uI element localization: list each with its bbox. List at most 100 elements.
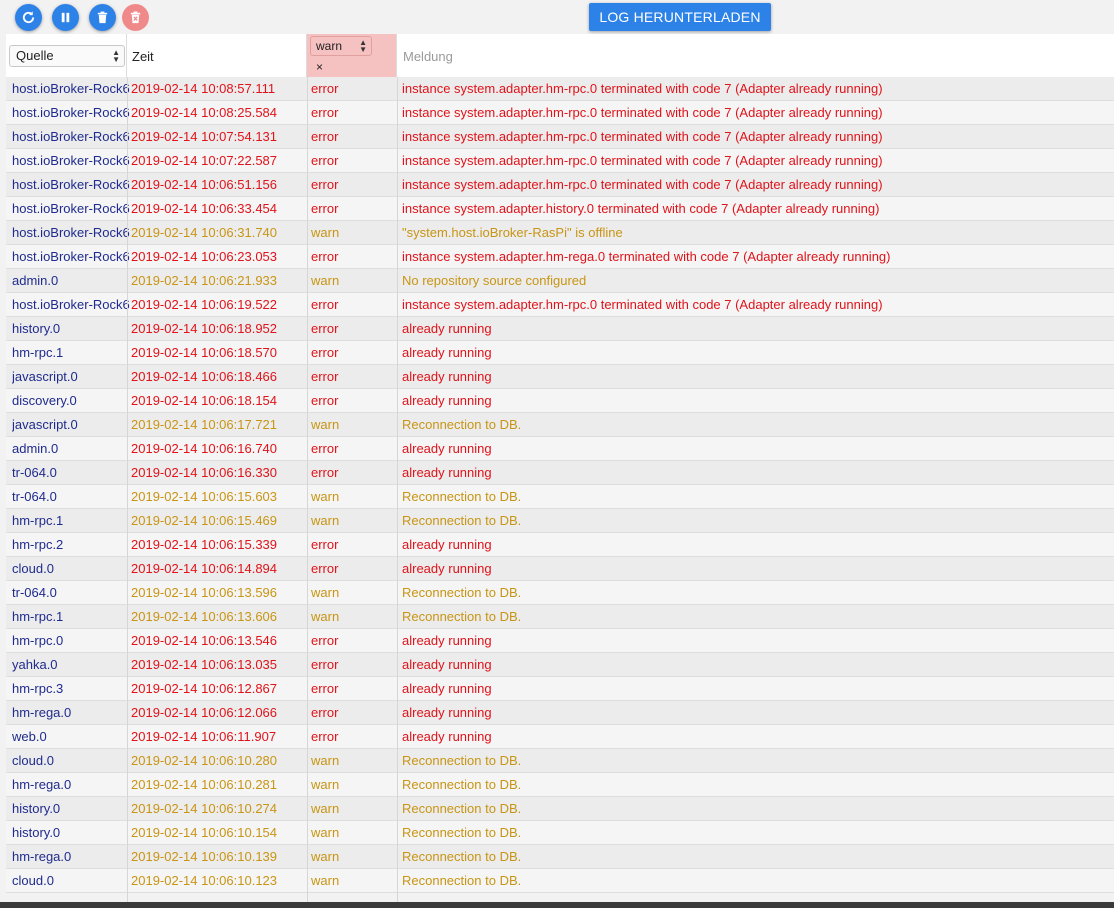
message-cell: Reconnection to DB. (402, 849, 522, 864)
severity-cell: error (311, 321, 339, 336)
severity-cell: warn (311, 801, 340, 816)
source-cell: host.ioBroker-Rock6 (12, 297, 130, 312)
severity-cell: error (311, 633, 339, 648)
time-cell: 2019-02-14 10:06:13.035 (131, 657, 278, 672)
message-cell: already running (402, 657, 492, 672)
severity-cell: error (311, 177, 339, 192)
toolbar: LOG HERUNTERLADEN (0, 0, 1114, 34)
time-cell: 2019-02-14 10:06:12.867 (131, 681, 278, 696)
pause-icon (61, 12, 70, 23)
message-header: Meldung (397, 34, 1114, 77)
time-cell: 2019-02-14 10:07:54.131 (131, 129, 278, 144)
time-cell: 2019-02-14 10:06:18.952 (131, 321, 278, 336)
message-cell: Reconnection to DB. (402, 753, 522, 768)
table-row: hm-rpc.1 2019-02-14 10:06:13.606 warn Recon… (6, 605, 1114, 629)
table-row: host.ioBroker-Rock6 2019-02-14 10:08:57.1… (6, 77, 1114, 101)
severity-cell: error (311, 297, 339, 312)
time-cell: 2019-02-14 10:06:15.469 (131, 513, 278, 528)
table-row: history.0 2019-02-14 10:06:18.952 error alr… (6, 317, 1114, 341)
column-divider (397, 77, 398, 908)
time-cell: 2019-02-14 10:06:15.339 (131, 537, 278, 552)
table-row: history.0 2019-02-14 10:06:10.274 warn Reco… (6, 797, 1114, 821)
time-cell: 2019-02-14 10:06:23.053 (131, 249, 278, 264)
time-cell: 2019-02-14 10:06:19.522 (131, 297, 278, 312)
table-row: history.0 2019-02-14 10:06:10.154 warn Reco… (6, 821, 1114, 845)
table-row: tr-064.0 2019-02-14 10:06:13.596 warn Recon… (6, 581, 1114, 605)
source-cell: hm-rega.0 (12, 849, 72, 864)
time-cell: 2019-02-14 10:06:31.740 (131, 225, 278, 240)
message-cell: already running (402, 369, 492, 384)
message-filter-input[interactable]: Meldung (403, 49, 453, 64)
table-row: hm-rega.0 2019-02-14 10:06:10.139 warn Reco… (6, 845, 1114, 869)
trash-x-icon (130, 11, 141, 24)
source-cell: javascript.0 (12, 417, 78, 432)
severity-cell: warn (311, 417, 340, 432)
table-row: admin.0 2019-02-14 10:06:16.740 error alrea… (6, 437, 1114, 461)
source-cell: host.ioBroker-Rock6 (12, 129, 130, 144)
table-row: cloud.0 2019-02-14 10:06:14.894 error alrea… (6, 557, 1114, 581)
table-header: Quelle ▲ ▼ Zeit warn ▲ ▼ × Meldung (6, 34, 1114, 78)
download-log-button[interactable]: LOG HERUNTERLADEN (589, 3, 771, 31)
select-arrows-icon: ▲ ▼ (112, 48, 120, 64)
severity-cell: error (311, 369, 339, 384)
message-cell: already running (402, 537, 492, 552)
time-cell: 2019-02-14 10:08:25.584 (131, 105, 278, 120)
severity-select[interactable]: warn ▲ ▼ (310, 36, 372, 56)
severity-cell: warn (311, 873, 340, 888)
source-cell: hm-rpc.3 (12, 681, 64, 696)
source-cell: history.0 (12, 801, 61, 816)
time-cell: 2019-02-14 10:06:10.280 (131, 753, 278, 768)
time-header-label: Zeit (132, 49, 154, 64)
table-row: admin.0 2019-02-14 10:06:21.933 warn No rep… (6, 269, 1114, 293)
severity-cell: error (311, 681, 339, 696)
source-select[interactable]: Quelle ▲ ▼ (9, 45, 125, 67)
message-cell: already running (402, 393, 492, 408)
table-row: tr-064.0 2019-02-14 10:06:15.603 warn Recon… (6, 485, 1114, 509)
source-cell: discovery.0 (12, 393, 77, 408)
table-row: hm-rega.0 2019-02-14 10:06:10.281 warn Reco… (6, 773, 1114, 797)
severity-cell: error (311, 129, 339, 144)
table-row: cloud.0 2019-02-14 10:06:10.123 warn Reconn… (6, 869, 1114, 893)
time-cell: 2019-02-14 10:07:22.587 (131, 153, 278, 168)
message-cell: already running (402, 465, 492, 480)
source-cell: tr-064.0 (12, 489, 57, 504)
time-cell: 2019-02-14 10:06:16.330 (131, 465, 278, 480)
pause-button[interactable] (52, 4, 79, 31)
time-cell: 2019-02-14 10:06:33.454 (131, 201, 278, 216)
source-cell: web.0 (12, 729, 47, 744)
time-cell: 2019-02-14 10:06:18.466 (131, 369, 278, 384)
severity-cell: error (311, 249, 339, 264)
source-cell: admin.0 (12, 273, 59, 288)
delete-button[interactable] (89, 4, 116, 31)
severity-cell: error (311, 465, 339, 480)
time-cell: 2019-02-14 10:06:11.907 (131, 729, 277, 744)
source-cell: host.ioBroker-Rock6 (12, 153, 130, 168)
table-row: javascript.0 2019-02-14 10:06:18.466 error… (6, 365, 1114, 389)
source-cell: tr-064.0 (12, 585, 57, 600)
table-row: tr-064.0 2019-02-14 10:06:16.330 error alre… (6, 461, 1114, 485)
table-row: hm-rpc.0 2019-02-14 10:06:13.546 error alre… (6, 629, 1114, 653)
source-cell: hm-rpc.1 (12, 609, 64, 624)
source-cell: cloud.0 (12, 561, 54, 576)
time-cell: 2019-02-14 10:06:21.933 (131, 273, 278, 288)
message-cell: instance system.adapter.hm-rpc.0 termina… (402, 297, 883, 312)
clear-filter-button[interactable]: × (316, 60, 323, 74)
severity-cell: error (311, 537, 339, 552)
message-cell: instance system.adapter.hm-rpc.0 termina… (402, 177, 883, 192)
severity-cell: warn (311, 585, 340, 600)
source-cell: cloud.0 (12, 753, 54, 768)
message-cell: already running (402, 729, 492, 744)
table-row: discovery.0 2019-02-14 10:06:18.154 error a… (6, 389, 1114, 413)
message-cell: No repository source configured (402, 273, 587, 288)
message-cell: Reconnection to DB. (402, 801, 522, 816)
severity-cell: error (311, 345, 339, 360)
message-cell: instance system.adapter.hm-rpc.0 termina… (402, 153, 883, 168)
severity-cell: warn (311, 513, 340, 528)
time-cell: 2019-02-14 10:06:10.123 (131, 873, 278, 888)
table-row: host.ioBroker-Rock6 2019-02-14 10:06:31.7… (6, 221, 1114, 245)
delete-all-button[interactable] (122, 4, 149, 31)
refresh-button[interactable] (15, 4, 42, 31)
source-cell: history.0 (12, 825, 61, 840)
source-cell: hm-rega.0 (12, 777, 72, 792)
severity-select-value: warn (316, 39, 343, 53)
